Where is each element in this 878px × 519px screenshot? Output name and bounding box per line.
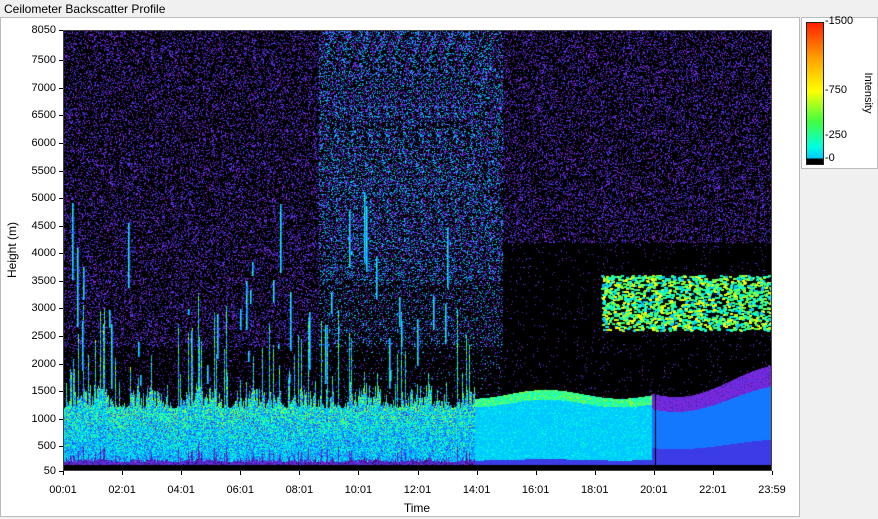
window-title: Ceilometer Backscatter Profile: [4, 2, 166, 16]
colorbar-tick-label: -0: [825, 152, 835, 165]
x-tick-mark: [712, 471, 714, 475]
y-tick-label: 6500: [31, 109, 56, 122]
x-tick-label: 20:01: [640, 484, 668, 496]
x-tick-mark: [181, 471, 183, 475]
x-tick-label: 08:01: [285, 484, 314, 496]
y-tick-label: 50: [43, 465, 56, 477]
y-tick-label: 3500: [31, 274, 56, 287]
y-tick-label: 2500: [31, 329, 56, 342]
y-tick-label: 5000: [31, 192, 56, 205]
y-axis-label: Height (m): [5, 221, 19, 279]
y-tick-mark: [59, 30, 63, 31]
y-tick-label: 500: [37, 440, 56, 453]
y-tick-label: 1000: [31, 412, 56, 425]
colorbar-tick-label: -250: [825, 129, 848, 142]
y-tick-label: 6000: [31, 137, 56, 149]
x-tick-mark: [122, 471, 124, 475]
x-tick-label: 02:01: [108, 484, 136, 496]
y-tick-mark: [59, 363, 63, 365]
x-tick-label: 18:01: [580, 484, 609, 496]
y-tick-mark: [59, 253, 63, 255]
x-tick-label: 10:01: [344, 484, 373, 496]
x-tick-label: 12:01: [403, 484, 432, 496]
x-tick-mark: [299, 471, 301, 475]
heatmap-plot-area[interactable]: [63, 30, 772, 471]
y-tick-mark: [59, 143, 63, 144]
x-tick-mark: [772, 471, 773, 475]
x-tick-label: 04:01: [167, 484, 195, 496]
colorbar-label: Intensity: [862, 72, 874, 114]
x-tick-mark: [358, 471, 360, 475]
x-tick-label: 00:01: [49, 484, 77, 496]
y-tick-mark: [59, 418, 63, 420]
x-tick-mark: [594, 471, 596, 475]
y-tick-label: 7500: [31, 54, 56, 67]
y-tick-label: 7000: [31, 81, 56, 94]
x-tick-label: 14:01: [462, 484, 491, 496]
y-tick-label: 4000: [31, 247, 56, 260]
y-tick-mark: [59, 198, 63, 200]
y-tick-label: 8050: [31, 24, 56, 36]
y-tick-mark: [59, 115, 63, 117]
x-tick-label: 06:01: [226, 484, 255, 496]
x-tick-label: 22:01: [699, 484, 727, 496]
colorbar-gradient: [806, 22, 824, 165]
x-tick-mark: [240, 471, 242, 475]
y-tick-mark: [59, 225, 63, 227]
y-tick-label: 5500: [31, 164, 56, 177]
colorbar-tick-label: -1500: [825, 15, 854, 27]
y-tick-mark: [59, 60, 63, 62]
y-tick-label: 3000: [31, 302, 56, 315]
y-tick-mark: [59, 280, 63, 282]
x-tick-mark: [417, 471, 419, 475]
y-tick-label: 2000: [31, 357, 56, 370]
y-tick-mark: [59, 308, 63, 310]
y-tick-mark: [59, 335, 63, 337]
y-tick-label: 4500: [31, 219, 56, 232]
x-tick-label: 23:59: [758, 484, 786, 496]
x-tick-mark: [476, 471, 478, 475]
x-tick-mark: [63, 471, 64, 475]
y-tick-label: 1500: [31, 385, 56, 398]
y-tick-mark: [59, 446, 63, 448]
y-tick-mark: [59, 391, 63, 393]
x-tick-mark: [653, 471, 655, 475]
x-axis-label: Time: [403, 501, 431, 515]
y-tick-mark: [59, 170, 63, 172]
y-tick-mark: [59, 87, 63, 89]
heatmap-canvas: [63, 30, 772, 471]
x-tick-mark: [535, 471, 537, 475]
colorbar-tick-label: -750: [825, 83, 848, 96]
x-tick-label: 16:01: [521, 484, 550, 496]
